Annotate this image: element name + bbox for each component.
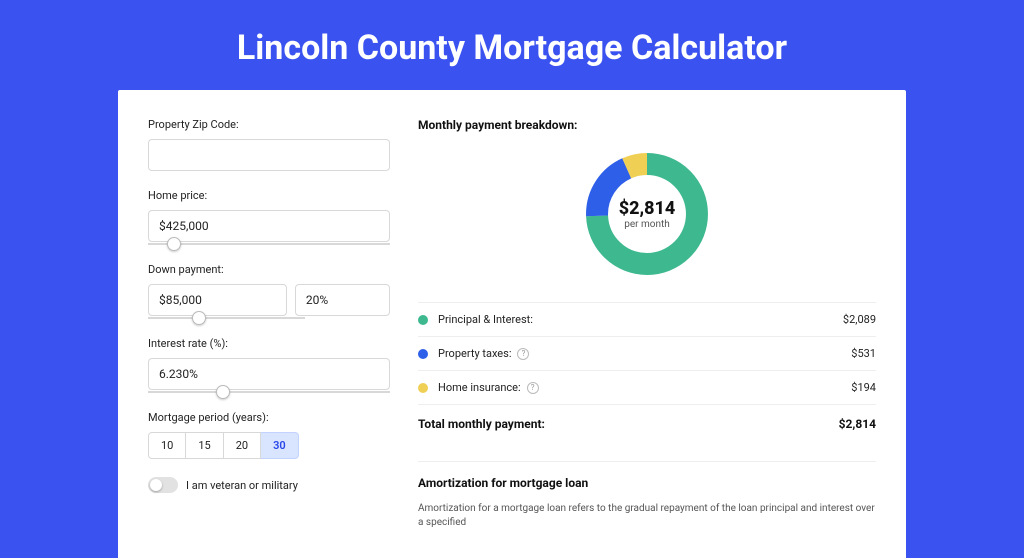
home-price-input[interactable] [148,210,390,242]
field-zip: Property Zip Code: [148,118,390,171]
slider-thumb[interactable] [192,311,206,325]
breakdown-title: Monthly payment breakdown: [418,118,876,132]
interest-input[interactable] [148,358,390,390]
legend-value: $2,089 [843,313,876,326]
down-payment-slider[interactable] [148,317,305,319]
dot-icon [418,349,428,359]
legend-label: Property taxes: [438,347,511,360]
amort-title: Amortization for mortgage loan [418,476,876,490]
amort-text: Amortization for a mortgage loan refers … [418,502,876,530]
donut-amount: $2,814 [619,198,676,219]
breakdown-panel: Monthly payment breakdown: $2,814 per mo… [418,118,876,530]
zip-input[interactable] [148,139,390,171]
info-icon[interactable]: ? [527,382,539,394]
period-15-button[interactable]: 15 [186,432,223,459]
donut-chart: $2,814 per month [581,148,713,280]
field-period: Mortgage period (years): 10 15 20 30 [148,411,390,459]
field-interest: Interest rate (%): [148,337,390,393]
down-payment-label: Down payment: [148,263,390,276]
amortization-section: Amortization for mortgage loan Amortizat… [418,461,876,530]
dot-icon [418,383,428,393]
period-20-button[interactable]: 20 [224,432,261,459]
period-label: Mortgage period (years): [148,411,390,424]
legend-total: Total monthly payment: $2,814 [418,404,876,443]
dot-icon [418,315,428,325]
interest-label: Interest rate (%): [148,337,390,350]
period-group: 10 15 20 30 [148,432,390,459]
down-payment-pct-input[interactable] [295,284,390,316]
zip-label: Property Zip Code: [148,118,390,131]
field-down-payment: Down payment: [148,263,390,319]
slider-thumb[interactable] [167,237,181,251]
legend-insurance: Home insurance: ? $194 [418,370,876,404]
calculator-card: Property Zip Code: Home price: Down paym… [118,90,906,558]
legend-label: Home insurance: [438,381,521,394]
total-label: Total monthly payment: [418,417,839,431]
legend-principal: Principal & Interest: $2,089 [418,302,876,336]
form-panel: Property Zip Code: Home price: Down paym… [148,118,390,530]
veteran-toggle[interactable] [148,477,178,493]
down-payment-input[interactable] [148,284,287,316]
field-home-price: Home price: [148,189,390,245]
slider-thumb[interactable] [216,385,230,399]
page-title: Lincoln County Mortgage Calculator [0,0,1024,90]
period-30-button[interactable]: 30 [261,432,299,459]
legend-value: $531 [851,347,876,360]
legend-taxes: Property taxes: ? $531 [418,336,876,370]
veteran-label: I am veteran or military [186,479,298,492]
home-price-slider[interactable] [148,243,390,245]
legend-label: Principal & Interest: [438,313,843,326]
veteran-row: I am veteran or military [148,477,390,493]
interest-slider[interactable] [148,391,390,393]
legend-value: $194 [851,381,876,394]
period-10-button[interactable]: 10 [148,432,186,459]
total-value: $2,814 [839,417,876,431]
donut-sub: per month [624,219,670,230]
home-price-label: Home price: [148,189,390,202]
info-icon[interactable]: ? [517,348,529,360]
